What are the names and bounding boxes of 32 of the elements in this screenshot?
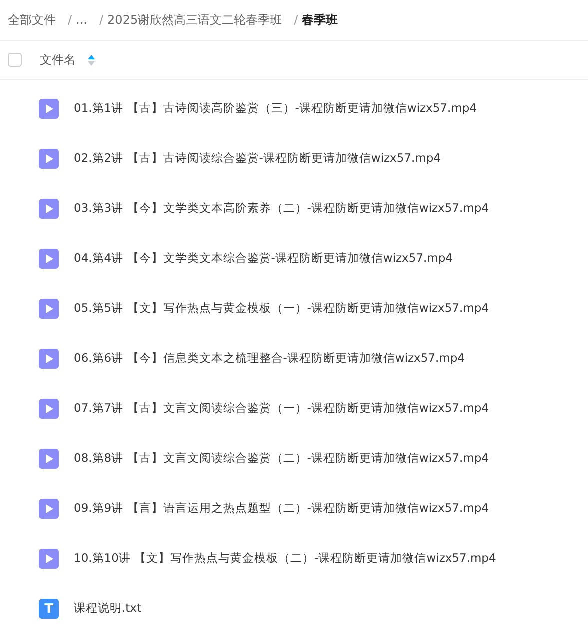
video-file-icon [39, 399, 59, 419]
file-name[interactable]: 03.第3讲 【今】文学类文本高阶素养（二）-课程防断更请加微信wizx57.mp4 [74, 200, 489, 218]
video-file-icon [39, 349, 59, 369]
file-name[interactable]: 04.第4讲 【今】文学类文本综合鉴赏-课程防断更请加微信wizx57.mp4 [74, 250, 453, 268]
breadcrumb-item[interactable]: 全部文件 [8, 11, 56, 29]
file-name[interactable]: 09.第9讲 【言】语言运用之热点题型（二）-课程防断更请加微信wizx57.mp4 [74, 500, 489, 518]
breadcrumb-item[interactable]: 2025谢欣然高三语文二轮春季班 [108, 11, 282, 29]
video-file-icon [39, 549, 59, 569]
file-name[interactable]: 01.第1讲 【古】古诗阅读高阶鉴赏（三）-课程防断更请加微信wizx57.mp4 [74, 100, 477, 118]
breadcrumb-separator: / [100, 12, 104, 29]
video-file-icon [39, 149, 59, 169]
sort-icon[interactable] [88, 54, 95, 66]
video-file-icon [39, 99, 59, 119]
video-file-icon [39, 449, 59, 469]
video-file-icon [39, 499, 59, 519]
file-name[interactable]: 07.第7讲 【古】文言文阅读综合鉴赏（一）-课程防断更请加微信wizx57.mp4 [74, 400, 489, 418]
file-name[interactable]: 06.第6讲 【今】信息类文本之梳理整合-课程防断更请加微信wizx57.mp4 [74, 350, 465, 368]
breadcrumb-item[interactable]: ... [76, 11, 88, 29]
breadcrumb-separator: / [68, 12, 72, 29]
breadcrumb-separator: / [294, 12, 298, 29]
file-name[interactable]: 02.第2讲 【古】古诗阅读综合鉴赏-课程防断更请加微信wizx57.mp4 [74, 150, 441, 168]
video-file-icon [39, 199, 59, 219]
text-file-icon: T [39, 599, 59, 619]
video-file-icon [39, 249, 59, 269]
file-name[interactable]: 课程说明.txt [74, 600, 142, 618]
breadcrumb-item: 春季班 [302, 12, 338, 29]
file-name[interactable]: 10.第10讲 【文】写作热点与黄金模板（二）-课程防断更请加微信wizx57.mp4 [74, 550, 496, 568]
file-name[interactable]: 05.第5讲 【文】写作热点与黄金模板（一）-课程防断更请加微信wizx57.mp4 [74, 300, 489, 318]
file-name[interactable]: 08.第8讲 【古】文言文阅读综合鉴赏（二）-课程防断更请加微信wizx57.mp4 [74, 450, 489, 468]
column-header[interactable]: 文件名 [40, 51, 76, 69]
select-all-checkbox[interactable] [8, 53, 22, 67]
video-file-icon [39, 299, 59, 319]
